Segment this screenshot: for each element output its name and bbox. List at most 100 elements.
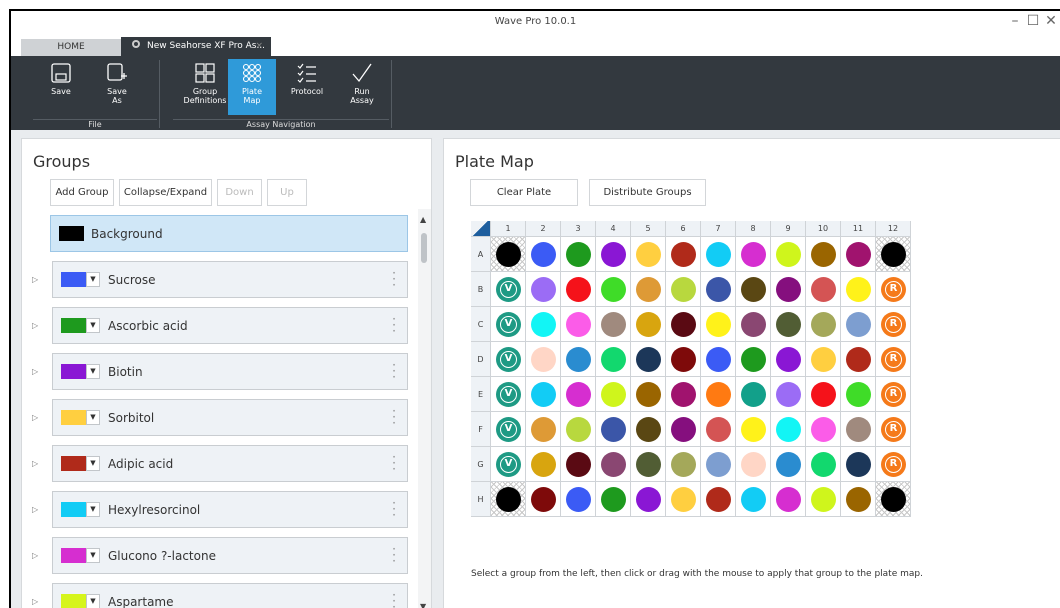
plate-well[interactable] xyxy=(806,342,841,377)
plate-well[interactable] xyxy=(561,307,596,342)
plate-well[interactable] xyxy=(841,412,876,447)
more-options-icon[interactable]: · · · xyxy=(391,313,397,337)
row-header[interactable]: F xyxy=(471,412,491,447)
expand-arrow-icon[interactable]: ▷ xyxy=(32,321,38,330)
expand-arrow-icon[interactable]: ▷ xyxy=(32,597,38,606)
row-header[interactable]: A xyxy=(471,237,491,272)
group-color-swatch[interactable] xyxy=(61,456,86,471)
expand-arrow-icon[interactable]: ▷ xyxy=(32,551,38,560)
plate-well[interactable] xyxy=(736,342,771,377)
plate-well[interactable] xyxy=(771,412,806,447)
plate-well[interactable] xyxy=(736,237,771,272)
plate-well[interactable] xyxy=(596,377,631,412)
plate-well[interactable] xyxy=(876,237,911,272)
plate-well[interactable] xyxy=(806,272,841,307)
color-dropdown-icon[interactable]: ▼ xyxy=(86,594,100,608)
plate-well[interactable] xyxy=(596,412,631,447)
plate-well[interactable]: V xyxy=(491,377,526,412)
plate-well[interactable] xyxy=(771,447,806,482)
more-options-icon[interactable]: · · · xyxy=(391,543,397,567)
plate-well[interactable] xyxy=(561,342,596,377)
row-header[interactable]: D xyxy=(471,342,491,377)
column-header[interactable]: 12 xyxy=(876,221,911,237)
plate-well[interactable] xyxy=(596,237,631,272)
plate-well[interactable]: R xyxy=(876,447,911,482)
plate-well[interactable] xyxy=(736,412,771,447)
plate-well[interactable] xyxy=(806,482,841,517)
plate-well[interactable]: V xyxy=(491,342,526,377)
row-header[interactable]: G xyxy=(471,447,491,482)
plate-well[interactable] xyxy=(666,307,701,342)
group-color-swatch[interactable] xyxy=(61,502,86,517)
plate-well[interactable] xyxy=(806,377,841,412)
plate-well[interactable] xyxy=(701,412,736,447)
plate-well[interactable]: R xyxy=(876,412,911,447)
plate-well[interactable] xyxy=(631,447,666,482)
plate-well[interactable] xyxy=(771,307,806,342)
minimize-button[interactable]: – xyxy=(1006,13,1024,29)
move-down-button[interactable]: Down xyxy=(217,179,262,206)
plate-well[interactable] xyxy=(771,377,806,412)
row-header[interactable]: H xyxy=(471,482,491,517)
plate-well[interactable] xyxy=(876,482,911,517)
column-header[interactable]: 5 xyxy=(631,221,666,237)
plate-well[interactable] xyxy=(736,377,771,412)
run-assay-button[interactable]: Run Assay xyxy=(338,59,386,115)
color-dropdown-icon[interactable]: ▼ xyxy=(86,410,100,425)
plate-well[interactable] xyxy=(526,447,561,482)
group-color-swatch[interactable] xyxy=(61,364,86,379)
group-list-scrollbar[interactable]: ▲ ▼ xyxy=(418,209,431,608)
plate-well[interactable] xyxy=(841,482,876,517)
save-button[interactable]: Save xyxy=(37,59,85,115)
more-options-icon[interactable]: · · · xyxy=(391,451,397,475)
plate-well[interactable] xyxy=(526,377,561,412)
plate-well[interactable] xyxy=(666,447,701,482)
color-dropdown-icon[interactable]: ▼ xyxy=(86,502,100,517)
column-header[interactable]: 6 xyxy=(666,221,701,237)
column-header[interactable]: 11 xyxy=(841,221,876,237)
column-header[interactable]: 3 xyxy=(561,221,596,237)
plate-well[interactable] xyxy=(701,272,736,307)
expand-arrow-icon[interactable]: ▷ xyxy=(32,367,38,376)
plate-well[interactable] xyxy=(806,237,841,272)
plate-well[interactable] xyxy=(841,272,876,307)
more-options-icon[interactable]: · · · xyxy=(391,267,397,291)
plate-well[interactable] xyxy=(561,447,596,482)
plate-well[interactable] xyxy=(631,482,666,517)
plate-well[interactable] xyxy=(526,482,561,517)
group-color-swatch[interactable] xyxy=(61,594,86,608)
plate-well[interactable] xyxy=(596,272,631,307)
plate-well[interactable] xyxy=(631,412,666,447)
plate-well[interactable] xyxy=(666,237,701,272)
more-options-icon[interactable]: · · · xyxy=(391,359,397,383)
plate-well[interactable]: V xyxy=(491,272,526,307)
plate-well[interactable] xyxy=(806,307,841,342)
color-dropdown-icon[interactable]: ▼ xyxy=(86,548,100,563)
expand-arrow-icon[interactable]: ▷ xyxy=(32,275,38,284)
close-button[interactable]: ✕ xyxy=(1042,13,1060,29)
group-color-swatch[interactable] xyxy=(61,318,86,333)
plate-well[interactable] xyxy=(736,272,771,307)
expand-arrow-icon[interactable]: ▷ xyxy=(32,505,38,514)
plate-well[interactable] xyxy=(771,237,806,272)
plate-well[interactable] xyxy=(841,307,876,342)
plate-well[interactable] xyxy=(561,237,596,272)
plate-well[interactable] xyxy=(806,447,841,482)
plate-well[interactable] xyxy=(561,377,596,412)
plate-well[interactable] xyxy=(666,377,701,412)
plate-well[interactable]: R xyxy=(876,272,911,307)
expand-arrow-icon[interactable]: ▷ xyxy=(32,413,38,422)
select-all-corner[interactable] xyxy=(471,221,491,237)
plate-well[interactable] xyxy=(841,342,876,377)
plate-well[interactable] xyxy=(736,482,771,517)
color-dropdown-icon[interactable]: ▼ xyxy=(86,364,100,379)
group-row[interactable]: ▼ · · · Glucono ?-lactone xyxy=(52,537,408,574)
plate-well[interactable] xyxy=(666,412,701,447)
column-header[interactable]: 4 xyxy=(596,221,631,237)
color-dropdown-icon[interactable]: ▼ xyxy=(86,272,100,287)
row-header[interactable]: C xyxy=(471,307,491,342)
group-row[interactable]: ▼ · · · Ascorbic acid xyxy=(52,307,408,344)
tab-assay[interactable]: New Seahorse XF Pro As... × xyxy=(121,37,271,56)
scroll-up-icon[interactable]: ▲ xyxy=(420,215,426,224)
group-color-swatch[interactable] xyxy=(61,272,86,287)
